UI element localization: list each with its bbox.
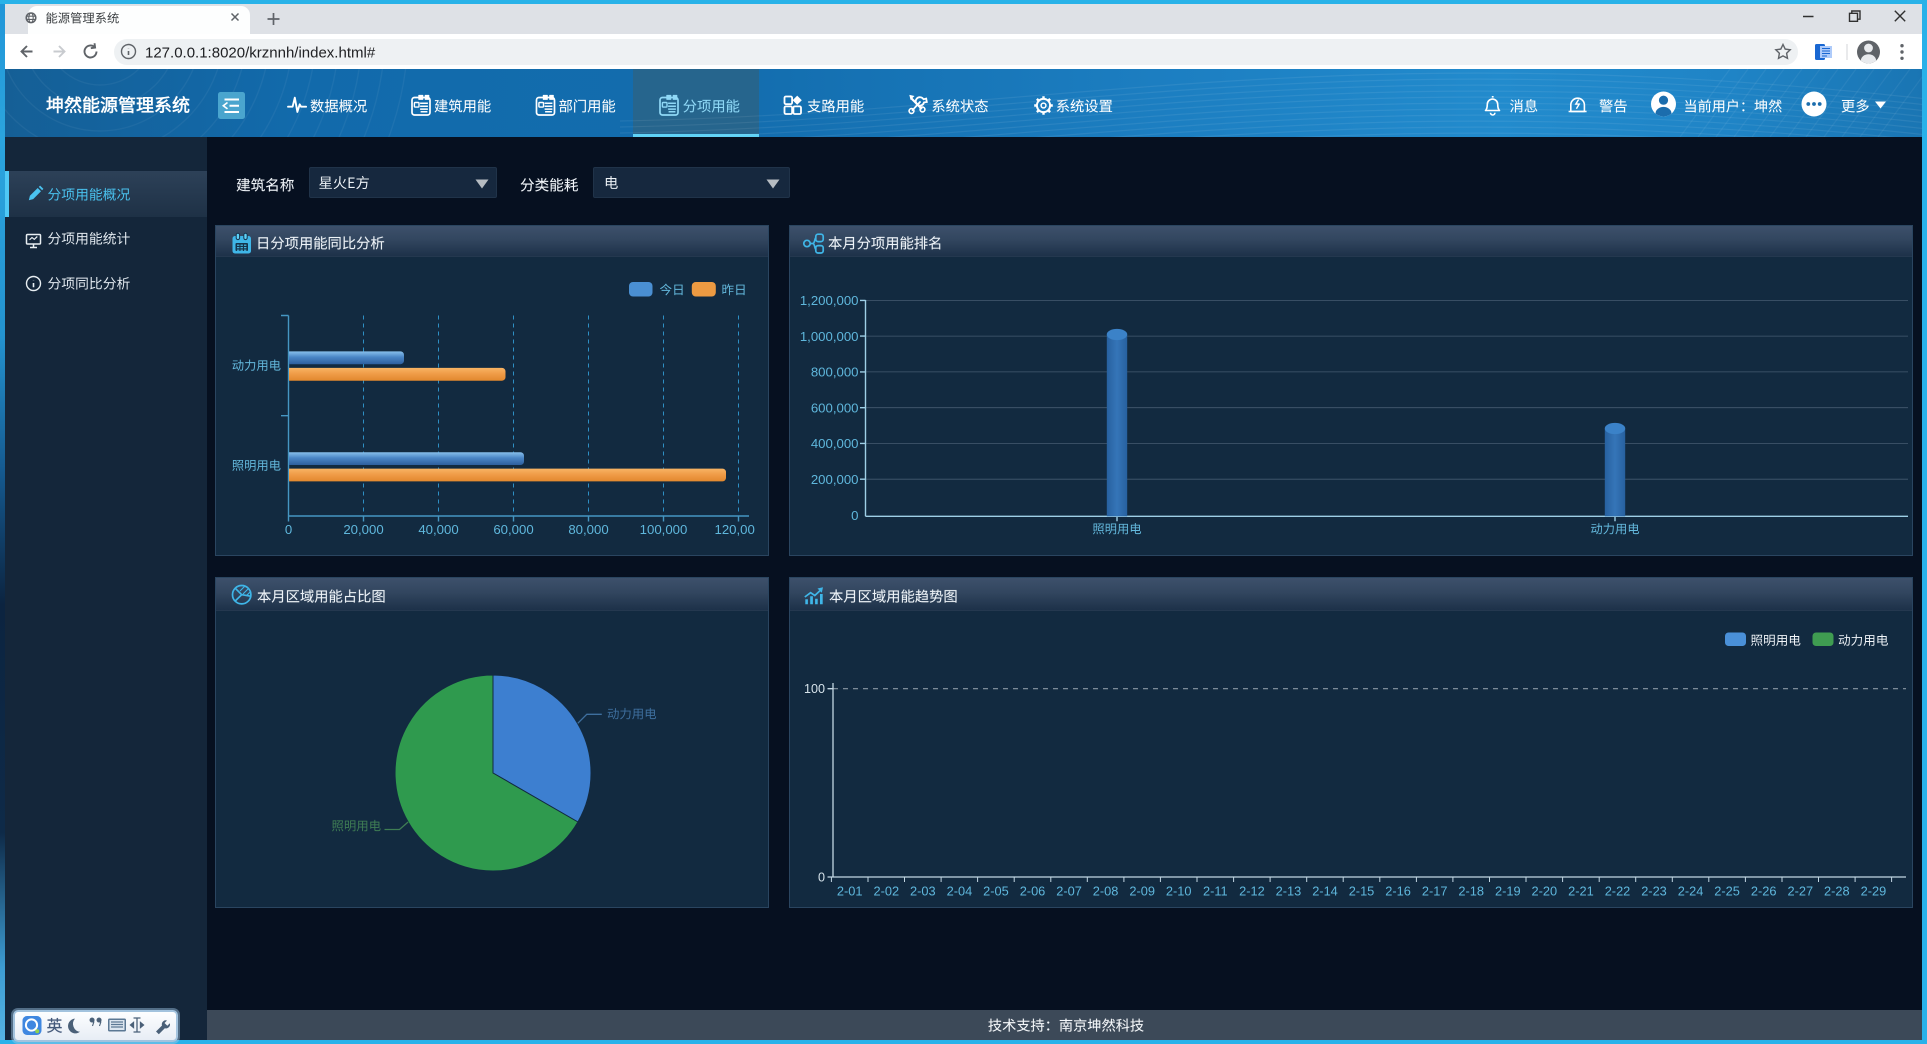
svg-text:2-13: 2-13 — [1276, 884, 1302, 899]
svg-text:2-10: 2-10 — [1166, 884, 1192, 899]
svg-text:400,000: 400,000 — [811, 436, 859, 451]
svg-text:0: 0 — [285, 522, 292, 537]
svg-text:2-06: 2-06 — [1020, 884, 1046, 899]
svg-text:100: 100 — [804, 682, 825, 696]
svg-text:40,000: 40,000 — [418, 522, 458, 537]
svg-text:2-22: 2-22 — [1605, 884, 1631, 899]
svg-text:20,000: 20,000 — [343, 522, 383, 537]
svg-text:2-24: 2-24 — [1678, 884, 1704, 899]
svg-text:2-23: 2-23 — [1641, 884, 1667, 899]
svg-text:2-18: 2-18 — [1458, 884, 1484, 899]
svg-text:2-09: 2-09 — [1129, 884, 1155, 899]
svg-text:2-04: 2-04 — [947, 884, 973, 899]
svg-text:2-16: 2-16 — [1385, 884, 1411, 899]
svg-text:2-19: 2-19 — [1495, 884, 1521, 899]
svg-text:80,000: 80,000 — [568, 522, 608, 537]
svg-text:0: 0 — [818, 871, 825, 885]
svg-text:100,000: 100,000 — [640, 522, 688, 537]
svg-text:2-05: 2-05 — [983, 884, 1009, 899]
svg-text:600,000: 600,000 — [811, 400, 859, 415]
svg-text:2-03: 2-03 — [910, 884, 936, 899]
svg-text:60,000: 60,000 — [493, 522, 533, 537]
svg-text:0: 0 — [851, 508, 858, 523]
svg-text:2-28: 2-28 — [1824, 884, 1850, 899]
svg-text:2-01: 2-01 — [837, 884, 863, 899]
svg-text:2-25: 2-25 — [1714, 884, 1740, 899]
svg-text:2-12: 2-12 — [1239, 884, 1265, 899]
svg-text:2-29: 2-29 — [1861, 884, 1887, 899]
svg-text:2-11: 2-11 — [1203, 884, 1228, 899]
svg-text:200,000: 200,000 — [811, 472, 859, 487]
svg-text:2-27: 2-27 — [1787, 884, 1813, 899]
svg-text:120,00: 120,00 — [715, 522, 755, 537]
svg-text:800,000: 800,000 — [811, 365, 859, 380]
svg-text:2-08: 2-08 — [1093, 884, 1119, 899]
svg-text:1,000,000: 1,000,000 — [800, 329, 859, 344]
svg-text:2-17: 2-17 — [1422, 884, 1448, 899]
svg-text:2-20: 2-20 — [1531, 884, 1557, 899]
svg-text:2-21: 2-21 — [1568, 884, 1594, 899]
svg-text:2-02: 2-02 — [873, 884, 899, 899]
svg-text:2-26: 2-26 — [1751, 884, 1777, 899]
svg-text:2-14: 2-14 — [1312, 884, 1338, 899]
svg-text:1,200,000: 1,200,000 — [800, 293, 859, 308]
svg-text:2-07: 2-07 — [1056, 884, 1082, 899]
svg-text:127.0.0.1:8020/krznnh/index.ht: 127.0.0.1:8020/krznnh/index.html# — [145, 45, 376, 62]
svg-text:2-15: 2-15 — [1349, 884, 1375, 899]
